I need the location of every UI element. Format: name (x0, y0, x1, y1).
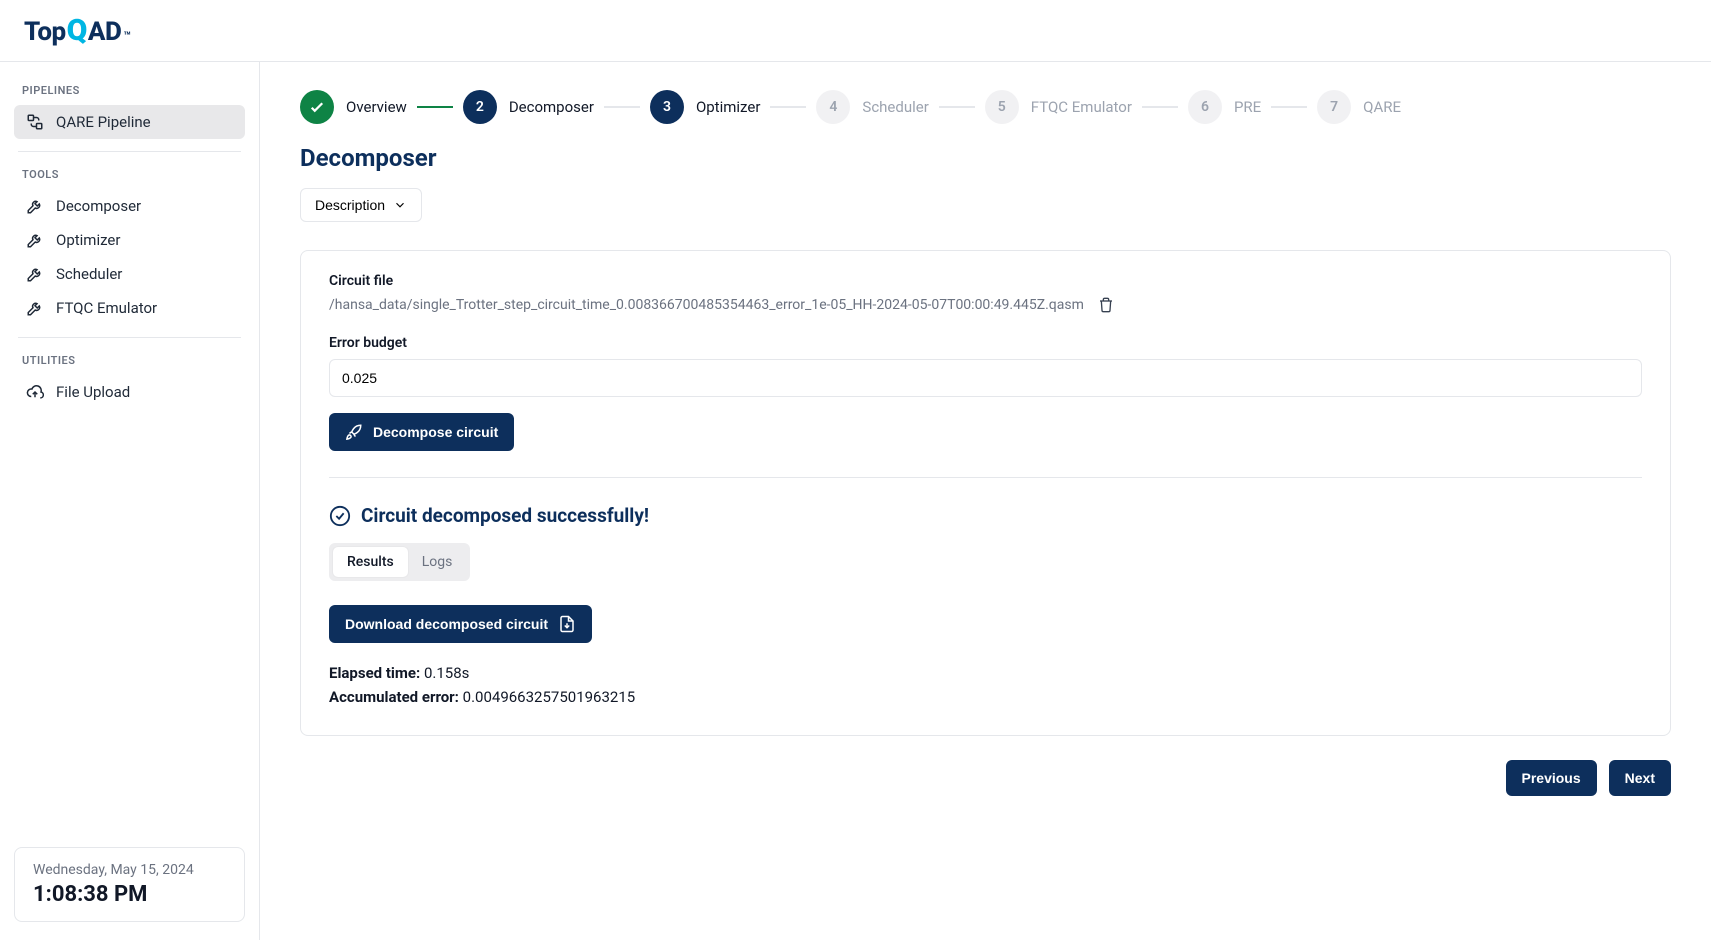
step-label: Optimizer (696, 98, 760, 116)
panel-divider (329, 477, 1642, 478)
rocket-icon (345, 423, 363, 441)
logo-part-ad: AD (88, 17, 121, 47)
download-file-icon (558, 615, 576, 633)
main-content: Overview 2 Decomposer 3 Optimizer 4 Sche… (260, 62, 1711, 940)
accumulated-error-label: Accumulated error: (329, 688, 459, 706)
sidebar-item-file-upload[interactable]: File Upload (14, 375, 245, 409)
step-connector (417, 106, 453, 108)
wrench-icon (26, 197, 44, 215)
previous-button[interactable]: Previous (1506, 760, 1597, 796)
step-circle (300, 90, 334, 124)
step-ftqc-emulator[interactable]: 5 FTQC Emulator (985, 90, 1132, 124)
pipeline-stepper: Overview 2 Decomposer 3 Optimizer 4 Sche… (300, 90, 1671, 124)
error-budget-input[interactable] (329, 359, 1642, 397)
clock-card: Wednesday, May 15, 2024 1:08:38 PM (14, 847, 245, 922)
page-title: Decomposer (300, 144, 1671, 172)
accumulated-error-value: 0.0049663257501963215 (463, 688, 636, 706)
step-connector (604, 106, 640, 108)
step-circle: 4 (816, 90, 850, 124)
step-label: PRE (1234, 98, 1261, 116)
step-scheduler[interactable]: 4 Scheduler (816, 90, 928, 124)
step-pre[interactable]: 6 PRE (1188, 90, 1261, 124)
step-label: QARE (1363, 98, 1401, 116)
circuit-file-label: Circuit file (329, 273, 1642, 289)
clock-date: Wednesday, May 15, 2024 (33, 862, 226, 878)
logo-part-top: Top (24, 17, 66, 47)
logo-part-q: Q (67, 13, 87, 48)
sidebar-item-label: File Upload (56, 383, 130, 401)
error-budget-label: Error budget (329, 335, 1642, 351)
step-circle: 5 (985, 90, 1019, 124)
delete-file-button[interactable] (1098, 297, 1114, 313)
topbar: TopQAD™ (0, 0, 1711, 62)
sidebar-item-label: FTQC Emulator (56, 299, 157, 317)
footer-navigation: Previous Next (300, 760, 1671, 796)
sidebar-section-tools-title: TOOLS (14, 164, 245, 189)
step-connector (939, 106, 975, 108)
success-message-row: Circuit decomposed successfully! (329, 504, 1642, 527)
tab-results[interactable]: Results (333, 547, 408, 577)
sidebar-item-qare-pipeline[interactable]: QARE Pipeline (14, 105, 245, 139)
sidebar-item-scheduler[interactable]: Scheduler (14, 257, 245, 291)
step-label: Decomposer (509, 98, 594, 116)
elapsed-time-label: Elapsed time: (329, 664, 420, 682)
decompose-circuit-label: Decompose circuit (373, 424, 498, 440)
step-optimizer[interactable]: 3 Optimizer (650, 90, 760, 124)
next-button[interactable]: Next (1609, 760, 1671, 796)
decomposer-panel: Circuit file /hansa_data/single_Trotter_… (300, 250, 1671, 736)
sidebar-item-decomposer[interactable]: Decomposer (14, 189, 245, 223)
step-qare[interactable]: 7 QARE (1317, 90, 1401, 124)
check-icon (308, 98, 326, 116)
next-button-label: Next (1625, 770, 1655, 786)
sidebar-section-utilities-title: UTILITIES (14, 350, 245, 375)
description-toggle[interactable]: Description (300, 188, 422, 222)
step-circle: 2 (463, 90, 497, 124)
decompose-circuit-button[interactable]: Decompose circuit (329, 413, 514, 451)
sidebar-item-label: Decomposer (56, 197, 141, 215)
step-decomposer[interactable]: 2 Decomposer (463, 90, 594, 124)
wrench-icon (26, 299, 44, 317)
tab-logs[interactable]: Logs (408, 547, 467, 577)
step-connector (1142, 106, 1178, 108)
success-message-text: Circuit decomposed successfully! (361, 504, 649, 527)
sidebar-item-ftqc-emulator[interactable]: FTQC Emulator (14, 291, 245, 325)
sidebar: PIPELINES QARE Pipeline TOOLS Decomposer… (0, 62, 260, 940)
step-label: Scheduler (862, 98, 928, 116)
chevron-down-icon (393, 198, 407, 212)
step-overview[interactable]: Overview (300, 90, 407, 124)
result-tabs: Results Logs (329, 543, 470, 581)
check-circle-icon (329, 505, 351, 527)
description-toggle-label: Description (315, 197, 385, 213)
clock-time: 1:08:38 PM (33, 882, 226, 907)
step-label: FTQC Emulator (1031, 98, 1132, 116)
upload-cloud-icon (26, 383, 44, 401)
step-connector (770, 106, 806, 108)
elapsed-time-row: Elapsed time: 0.158s (329, 661, 1642, 685)
trash-icon (1098, 297, 1114, 313)
download-decomposed-label: Download decomposed circuit (345, 616, 548, 632)
circuit-file-value: /hansa_data/single_Trotter_step_circuit_… (329, 297, 1084, 313)
sidebar-item-optimizer[interactable]: Optimizer (14, 223, 245, 257)
previous-button-label: Previous (1522, 770, 1581, 786)
accumulated-error-row: Accumulated error: 0.0049663257501963215 (329, 685, 1642, 709)
wrench-icon (26, 231, 44, 249)
sidebar-item-label: Optimizer (56, 231, 120, 249)
step-connector (1271, 106, 1307, 108)
sidebar-item-label: QARE Pipeline (56, 113, 151, 131)
sidebar-divider (18, 337, 241, 338)
logo-tm: ™ (123, 29, 130, 43)
sidebar-divider (18, 151, 241, 152)
step-circle: 3 (650, 90, 684, 124)
step-circle: 6 (1188, 90, 1222, 124)
step-circle: 7 (1317, 90, 1351, 124)
wrench-icon (26, 265, 44, 283)
step-label: Overview (346, 98, 407, 116)
elapsed-time-value: 0.158s (424, 664, 469, 682)
sidebar-item-label: Scheduler (56, 265, 122, 283)
download-decomposed-button[interactable]: Download decomposed circuit (329, 605, 592, 643)
sidebar-section-pipelines-title: PIPELINES (14, 80, 245, 105)
pipeline-icon (26, 113, 44, 131)
app-logo: TopQAD™ (24, 13, 130, 48)
